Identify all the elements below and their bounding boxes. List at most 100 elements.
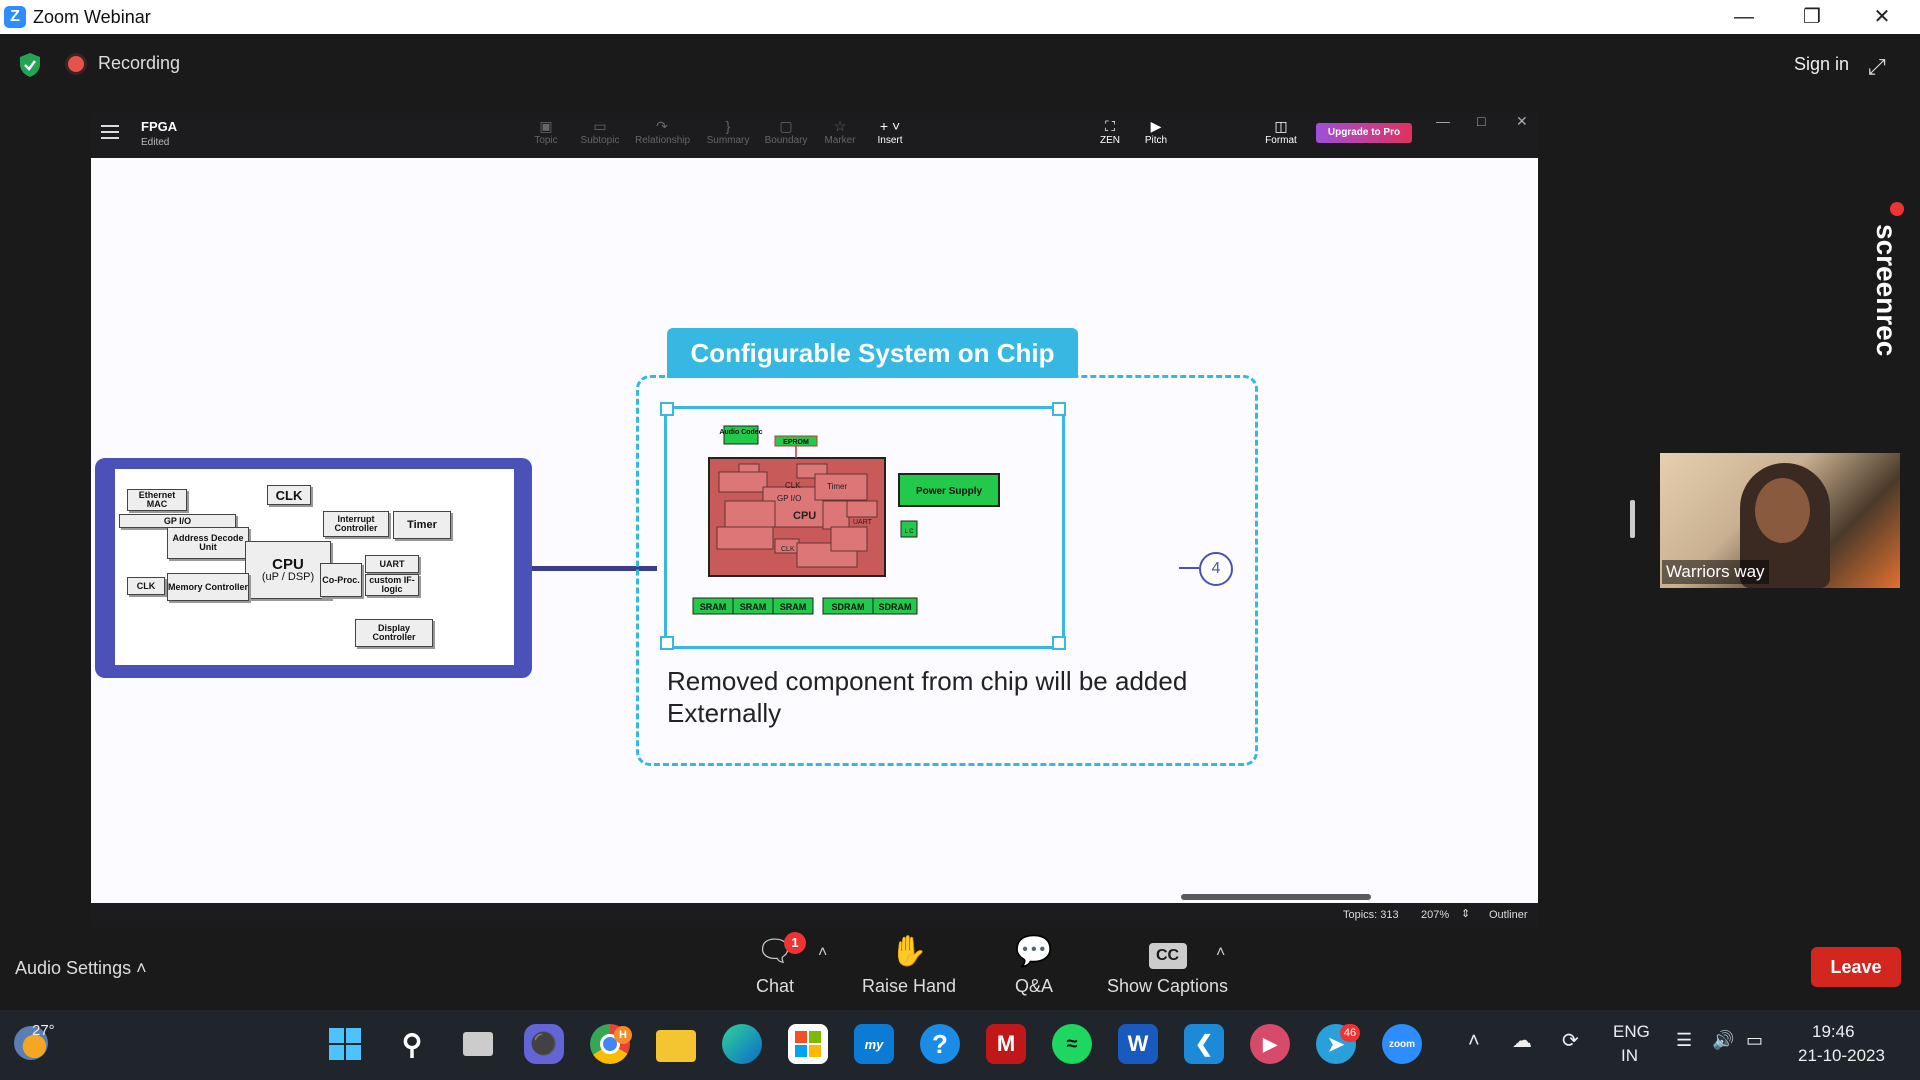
weather-temp[interactable]: 27°: [32, 1022, 55, 1039]
sign-in-button[interactable]: Sign in: [1794, 54, 1849, 75]
word-icon[interactable]: W: [1118, 1024, 1158, 1064]
toolbar-format[interactable]: ◫ Format: [1254, 117, 1308, 146]
cpu-block: CPU (uP / DSP): [245, 541, 331, 599]
toolbar-marker[interactable]: ☆ Marker: [813, 117, 867, 146]
toolbar-label: Pitch: [1144, 135, 1168, 146]
sdram-label: SDRAM: [832, 602, 865, 612]
vscode-icon[interactable]: ❮: [1184, 1024, 1224, 1064]
lc-label: L C: [904, 529, 914, 535]
topic-title[interactable]: Configurable System on Chip: [667, 328, 1078, 378]
app-maximize-icon[interactable]: □: [1477, 113, 1485, 129]
sync-icon[interactable]: ⟳: [1562, 1028, 1579, 1053]
captions-chevron-icon[interactable]: ˄: [1216, 944, 1225, 962]
block-diagram: Ethernet MAC CLK GP I/O Address Decode U…: [115, 469, 514, 665]
language-code[interactable]: ENG: [1613, 1022, 1650, 1042]
chevron-up-icon[interactable]: ˄: [1468, 1030, 1480, 1053]
toolbar-subtopic[interactable]: ▭ Subtopic: [573, 117, 627, 146]
toolbar-label: Insert: [877, 135, 903, 146]
show-captions-button[interactable]: CC Show Captions: [1100, 934, 1235, 997]
raise-hand-button[interactable]: ✋ Raise Hand: [852, 934, 966, 997]
audio-settings-button[interactable]: Audio Settings ˄: [15, 958, 147, 979]
app-minimize-icon[interactable]: —: [1436, 113, 1450, 129]
close-icon[interactable]: ✕: [1862, 4, 1902, 30]
fpga-block-diagram-node[interactable]: Ethernet MAC CLK GP I/O Address Decode U…: [95, 458, 532, 678]
outliner-button[interactable]: Outliner: [1489, 909, 1528, 921]
volume-icon[interactable]: 🔊: [1712, 1030, 1734, 1051]
upgrade-button[interactable]: Upgrade to Pro: [1316, 123, 1412, 143]
toolbar-summary[interactable]: } Summary: [701, 117, 755, 146]
coproc-block: Co-Proc.: [320, 563, 362, 597]
chat-chevron-icon[interactable]: ˄: [818, 944, 827, 962]
status-bar: Topics: 313 207% ⇕ Outliner: [91, 903, 1538, 927]
store-icon[interactable]: [788, 1024, 828, 1064]
video-panel-handle[interactable]: [1630, 500, 1635, 538]
meeting-controls: Audio Settings ˄ 🗨 Chat ˄ ✋ Raise Hand 💬…: [0, 928, 1920, 1010]
spotify-icon[interactable]: ≈: [1052, 1024, 1092, 1064]
toolbar-label: Relationship: [635, 135, 691, 146]
power-supply-label: Power Supply: [916, 486, 983, 497]
region-code[interactable]: IN: [1621, 1046, 1638, 1066]
sram-label: SRAM: [780, 602, 807, 612]
interrupt-controller-block: Interrupt Controller: [323, 511, 389, 537]
qa-button[interactable]: 💬 Q&A: [977, 934, 1091, 997]
clock-time[interactable]: 19:46: [1812, 1022, 1855, 1042]
help-icon[interactable]: ?: [920, 1024, 960, 1064]
zoom-level[interactable]: 207%: [1421, 909, 1449, 921]
mindmap-canvas[interactable]: Ethernet MAC CLK GP I/O Address Decode U…: [91, 158, 1538, 894]
toolbar-label: Summary: [706, 135, 750, 146]
search-icon[interactable]: ⚲: [392, 1024, 432, 1064]
wifi-icon[interactable]: ☰: [1676, 1030, 1692, 1051]
participant-video[interactable]: Warriors way: [1660, 453, 1900, 588]
recording-dot-icon[interactable]: [68, 56, 84, 72]
media-player-icon[interactable]: ▶: [1250, 1024, 1290, 1064]
screenrec-watermark: screenrec: [1871, 224, 1902, 357]
chat-button[interactable]: 🗨 Chat: [718, 934, 832, 997]
app-close-icon[interactable]: ✕: [1516, 113, 1528, 130]
chip-clk2-label: CLK: [781, 546, 795, 553]
chat-app-icon[interactable]: ⚫: [524, 1024, 564, 1064]
horizontal-scrollbar[interactable]: [1181, 894, 1371, 900]
mcafee-icon[interactable]: M: [986, 1024, 1026, 1064]
topic-caption[interactable]: Removed component from chip will be adde…: [667, 665, 1227, 729]
file-explorer-icon[interactable]: [656, 1030, 696, 1062]
resize-handle[interactable]: [660, 636, 674, 650]
zoom-stepper-icon[interactable]: ⇕: [1461, 907, 1470, 920]
resize-handle[interactable]: [1052, 402, 1066, 416]
chip-image[interactable]: CPU CLK Timer GP I/O UART CLK Audio Code…: [660, 402, 1066, 650]
task-view-icon[interactable]: [458, 1024, 498, 1064]
cloud-icon[interactable]: ☁: [1512, 1028, 1532, 1053]
start-icon[interactable]: [325, 1024, 365, 1064]
toolbar-boundary[interactable]: ▢ Boundary: [759, 117, 813, 146]
toolbar-insert[interactable]: + ˅ Insert: [863, 117, 917, 146]
shield-icon[interactable]: [18, 52, 42, 78]
recording-label[interactable]: Recording: [98, 53, 180, 74]
zoom-app-icon[interactable]: zoom: [1382, 1024, 1422, 1064]
qa-label: Q&A: [1014, 976, 1053, 996]
minimize-icon[interactable]: —: [1724, 4, 1764, 30]
clock-date[interactable]: 21-10-2023: [1798, 1046, 1885, 1066]
toolbar-relationship[interactable]: ↷ Relationship: [635, 117, 691, 146]
edge-icon[interactable]: [722, 1024, 762, 1064]
toolbar-label: Subtopic: [580, 135, 620, 146]
resize-handle[interactable]: [660, 402, 674, 416]
toolbar-pitch[interactable]: ▶ Pitch: [1129, 117, 1183, 146]
boundary-icon: ▢: [779, 118, 793, 134]
document-status: Edited: [141, 137, 170, 148]
fullscreen-icon[interactable]: ⤢: [1868, 54, 1886, 80]
myhp-icon[interactable]: my: [854, 1024, 894, 1064]
battery-icon[interactable]: ▭: [1746, 1030, 1763, 1051]
collapsed-count-button[interactable]: 4: [1199, 552, 1233, 586]
mindmap-toolbar: FPGA Edited ▣ Topic ▭ Subtopic ↷ Relationsh…: [91, 113, 1538, 158]
topics-count: Topics: 313: [1343, 909, 1399, 921]
chip-diagram-image: CPU CLK Timer GP I/O UART CLK Audio Code…: [692, 425, 1000, 615]
chat-icon: 🗨: [755, 935, 795, 968]
toolbar-topic[interactable]: ▣ Topic: [519, 117, 573, 146]
chevron-up-icon[interactable]: ˄: [136, 958, 147, 978]
leave-button[interactable]: Leave: [1811, 947, 1901, 987]
menu-icon[interactable]: [101, 125, 119, 139]
gpio-block: GP I/O: [119, 514, 236, 528]
address-decode-block: Address Decode Unit: [167, 527, 249, 559]
resize-handle[interactable]: [1052, 636, 1066, 650]
telegram-badge: 46: [1340, 1024, 1360, 1042]
restore-icon[interactable]: ❐: [1792, 4, 1832, 30]
